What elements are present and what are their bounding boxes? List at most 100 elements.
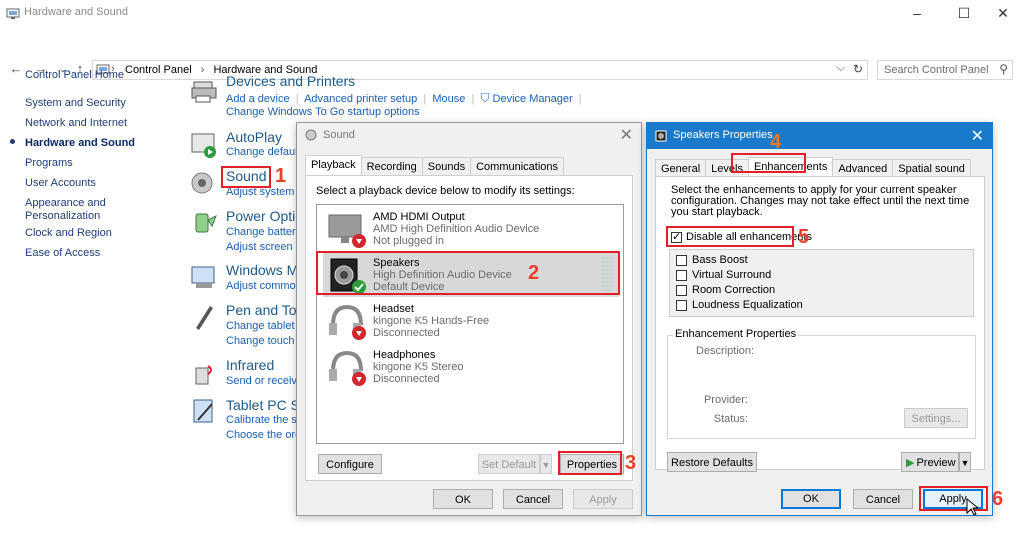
- speakers-cancel-button[interactable]: Cancel: [853, 489, 913, 509]
- speakers-properties-dialog: Speakers Properties ✕ General Levels Enh…: [646, 122, 993, 516]
- virtual-surround-checkbox[interactable]: [676, 270, 687, 281]
- loudness-eq-label[interactable]: Loudness Equalization: [692, 299, 803, 311]
- link-separator: |: [468, 93, 481, 105]
- speakers-dialog-title: Speakers Properties: [673, 129, 773, 141]
- change-tablet-link[interactable]: Change tablet p: [226, 320, 304, 332]
- play-icon: ▶: [906, 457, 915, 469]
- device-description: kingone K5 Stereo: [373, 361, 464, 373]
- tab-recording[interactable]: Recording: [360, 157, 423, 176]
- infrared-title[interactable]: Infrared: [226, 357, 274, 373]
- device-description: kingone K5 Hands-Free: [373, 315, 490, 327]
- nav-system-security[interactable]: System and Security: [25, 97, 126, 109]
- playback-instruction: Select a playback device below to modify…: [316, 185, 575, 197]
- enhancement-properties-label: Enhancement Properties: [673, 328, 799, 340]
- sound-cancel-button[interactable]: Cancel: [503, 489, 563, 509]
- device-manager-link[interactable]: Device Manager: [493, 93, 573, 105]
- link-separator: |: [575, 93, 582, 105]
- configure-button[interactable]: Configure: [318, 454, 382, 474]
- sound-ok-button[interactable]: OK: [433, 489, 493, 509]
- search-icon[interactable]: ⚲: [999, 62, 1008, 76]
- highlight-sound: [221, 166, 271, 188]
- shield-icon: ⛉: [480, 91, 490, 105]
- breadcrumb-chevron-icon: ›: [200, 64, 205, 76]
- search-input[interactable]: Search Control Panel ⚲: [877, 60, 1013, 80]
- tab-communications[interactable]: Communications: [470, 157, 565, 176]
- breadcrumb-item[interactable]: Control Panel: [125, 64, 192, 76]
- set-default-button[interactable]: Set Default: [478, 454, 540, 474]
- chevron-down-icon[interactable]: ⌵: [837, 62, 845, 75]
- loudness-eq-checkbox[interactable]: [676, 300, 687, 311]
- preview-button[interactable]: ▶ Preview: [901, 452, 959, 472]
- add-device-link[interactable]: Add a device: [226, 93, 290, 105]
- send-receive-link[interactable]: Send or receive: [226, 375, 303, 387]
- highlight-disable-all: [666, 226, 794, 247]
- refresh-icon[interactable]: ↻: [853, 62, 863, 76]
- choose-order-link[interactable]: Choose the ord: [226, 429, 301, 441]
- maximize-button[interactable]: ☐: [949, 4, 979, 24]
- close-button[interactable]: ✕: [988, 4, 1018, 24]
- pen-icon: [196, 306, 213, 330]
- preview-label: Preview: [916, 457, 956, 469]
- settings-button[interactable]: Settings...: [904, 408, 968, 428]
- speaker-icon: [191, 172, 213, 194]
- link-separator: |: [292, 93, 305, 105]
- nav-clock-region[interactable]: Clock and Region: [25, 227, 112, 239]
- device-description: AMD High Definition Audio Device: [373, 223, 540, 235]
- advanced-printer-link[interactable]: Advanced printer setup: [304, 93, 417, 105]
- close-icon[interactable]: ✕: [971, 126, 984, 146]
- tab-playback[interactable]: Playback: [305, 155, 362, 176]
- devices-printers-title[interactable]: Devices and Printers: [226, 73, 355, 89]
- preview-dropdown-icon[interactable]: ▼: [959, 452, 971, 472]
- change-touch-link[interactable]: Change touch i: [226, 335, 300, 347]
- speaker-icon: [305, 129, 317, 141]
- mobility-icon: [191, 266, 215, 288]
- autoplay-title[interactable]: AutoPlay: [226, 129, 282, 145]
- printer-icon: [191, 81, 217, 103]
- device-status: Disconnected: [373, 373, 440, 385]
- bass-boost-label[interactable]: Bass Boost: [692, 254, 748, 266]
- speakers-ok-button[interactable]: OK: [781, 489, 841, 509]
- windows-mobility-title[interactable]: Windows M: [226, 262, 298, 278]
- room-correction-checkbox[interactable]: [676, 285, 687, 296]
- enhancements-intro: Select the enhancements to apply for you…: [671, 184, 970, 218]
- device-item-headphones[interactable]: Headphones kingone K5 Stereo Disconnecte…: [323, 345, 619, 389]
- sound-apply-button[interactable]: Apply: [573, 489, 633, 509]
- room-correction-label[interactable]: Room Correction: [692, 284, 775, 296]
- window-title: Hardware and Sound: [24, 6, 128, 18]
- calibrate-link[interactable]: Calibrate the sc: [226, 414, 302, 426]
- power-options-title[interactable]: Power Optic: [226, 208, 302, 224]
- nav-ease-of-access[interactable]: Ease of Access: [25, 247, 100, 259]
- nav-programs[interactable]: Programs: [25, 157, 73, 169]
- device-item-amd-hdmi[interactable]: AMD HDMI Output AMD High Definition Audi…: [323, 207, 619, 251]
- pen-touch-title[interactable]: Pen and Tou: [226, 302, 304, 318]
- nav-user-accounts[interactable]: User Accounts: [25, 177, 96, 189]
- highlight-enhancements-tab: [731, 153, 806, 173]
- change-battery-link[interactable]: Change battery: [226, 226, 301, 238]
- device-item-headset[interactable]: Headset kingone K5 Hands-Free Disconnect…: [323, 299, 619, 343]
- address-box[interactable]: › Control Panel › Hardware and Sound ⌵ ↻: [92, 60, 868, 80]
- mouse-cursor-icon: [966, 498, 978, 516]
- close-icon[interactable]: ✕: [620, 125, 633, 145]
- nav-control-panel-home[interactable]: Control Panel Home: [25, 69, 124, 81]
- sound-tabs: Playback Recording Sounds Communications: [305, 155, 565, 176]
- adjust-common-link[interactable]: Adjust commo: [226, 280, 296, 292]
- monitor-icon: [328, 214, 366, 248]
- windows-to-go-link[interactable]: Change Windows To Go startup options: [226, 106, 420, 118]
- adjust-screen-link[interactable]: Adjust screen b: [226, 241, 302, 253]
- nav-hardware-sound[interactable]: Hardware and Sound: [25, 137, 135, 149]
- speaker-icon: [655, 130, 667, 142]
- step-label-2: 2: [528, 262, 540, 284]
- minimize-button[interactable]: –: [902, 4, 932, 24]
- back-arrow-icon[interactable]: ←: [8, 61, 24, 77]
- address-bar: ← → ⌄ ↑ › Control Panel › Hardware and S…: [0, 29, 1024, 80]
- device-name: Headphones: [373, 349, 436, 361]
- set-default-dropdown-icon[interactable]: ▼: [540, 454, 552, 474]
- bass-boost-checkbox[interactable]: [676, 255, 687, 266]
- mouse-link[interactable]: Mouse: [432, 93, 465, 105]
- restore-defaults-button[interactable]: Restore Defaults: [667, 452, 757, 472]
- virtual-surround-label[interactable]: Virtual Surround: [692, 269, 771, 281]
- nav-network-internet[interactable]: Network and Internet: [25, 117, 127, 129]
- nav-appearance[interactable]: Appearance and Personalization: [25, 197, 106, 223]
- tab-sounds[interactable]: Sounds: [421, 157, 472, 176]
- change-default-link[interactable]: Change default: [226, 146, 301, 158]
